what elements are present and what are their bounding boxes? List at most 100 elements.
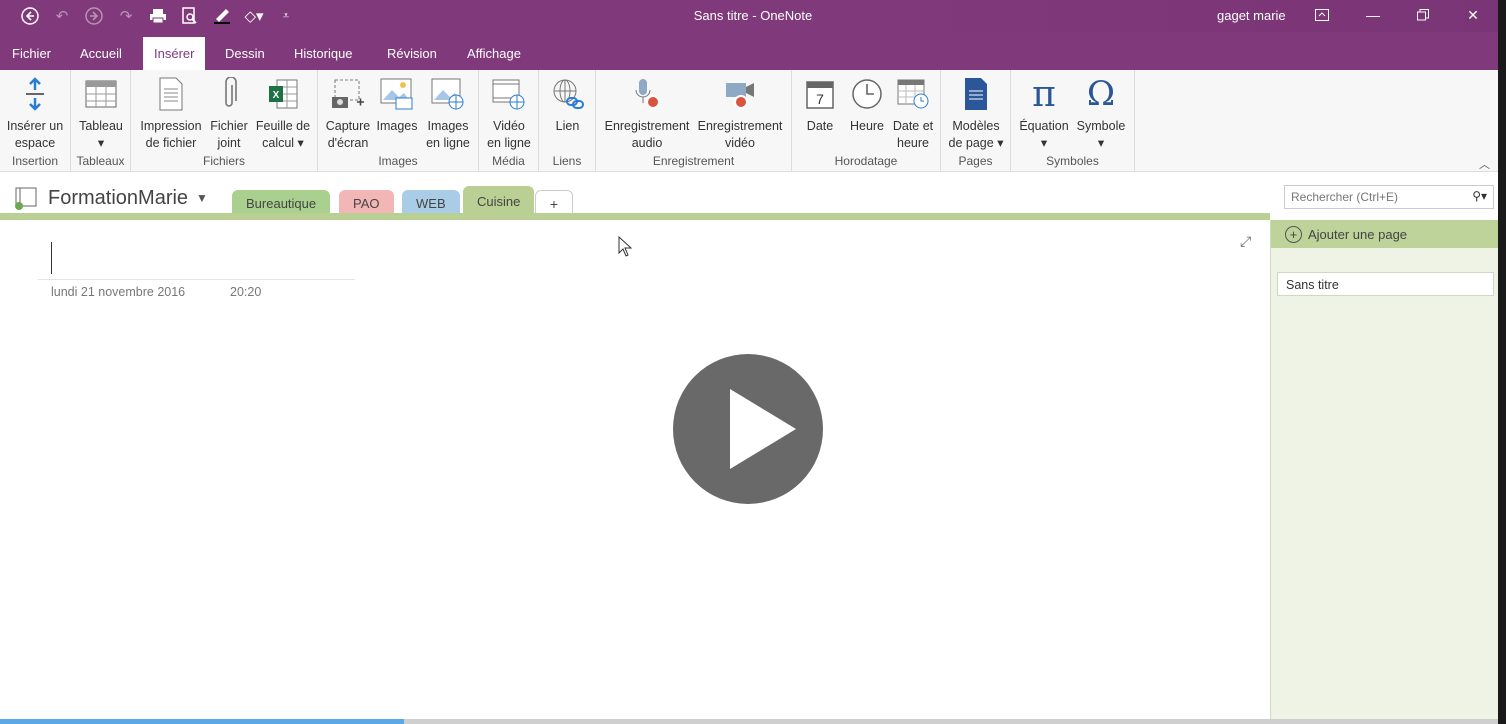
group-horodatage: 7 Date Heure Date et heure Horodatage	[792, 70, 941, 172]
group-liens: Lien Liens	[539, 70, 596, 172]
add-page-label: Ajouter une page	[1308, 226, 1408, 242]
tab-dessin[interactable]: Dessin	[214, 37, 276, 70]
insert-space-label: Insérer un espace	[6, 119, 64, 150]
minimize-icon[interactable]: —	[1353, 4, 1393, 26]
symbol-label: Symbole ▾	[1076, 119, 1126, 150]
tab-fichier[interactable]: Fichier	[1, 37, 62, 70]
calendar-icon: 7	[802, 74, 838, 114]
group-insertion: Insérer un espace Insertion	[0, 70, 71, 172]
attach-file-button[interactable]: Fichier joint	[207, 74, 251, 152]
play-button[interactable]	[673, 354, 823, 504]
group-fichiers: Impression de fichier Fichier joint X Fe…	[131, 70, 318, 172]
pi-icon: π	[1032, 73, 1056, 115]
record-video-button[interactable]: Enregistrement vidéo	[694, 74, 786, 152]
restore-icon[interactable]	[1403, 4, 1443, 26]
ribbon: Insérer un espace Insertion Tableau ▾ Ta…	[0, 70, 1506, 172]
svg-text:X: X	[273, 90, 280, 101]
expand-icon[interactable]: ⤢	[1240, 233, 1251, 250]
video-camera-icon	[722, 74, 758, 114]
video-progress-bar[interactable]	[0, 719, 1498, 724]
group-horodatage-label: Horodatage	[834, 154, 898, 168]
tab-revision[interactable]: Révision	[376, 37, 448, 70]
symbol-button[interactable]: Ω Symbole ▾	[1073, 74, 1129, 152]
time-label: Heure	[849, 119, 885, 133]
search-placeholder: Rechercher (Ctrl+E)	[1291, 190, 1399, 204]
spreadsheet-button[interactable]: X Feuille de calcul ▾	[252, 74, 314, 152]
file-printout-button[interactable]: Impression de fichier	[137, 74, 205, 152]
table-icon	[83, 74, 119, 114]
notebook-selector[interactable]: FormationMarie ▼	[12, 186, 208, 210]
page-list-item[interactable]: Sans titre	[1277, 272, 1494, 296]
group-pages: Modèles de page ▾ Pages	[941, 70, 1011, 172]
insert-space-icon	[17, 74, 53, 114]
page-date: lundi 21 novembre 2016	[51, 285, 186, 299]
record-audio-button[interactable]: Enregistrement audio	[601, 74, 693, 152]
attach-file-label: Fichier joint	[210, 119, 248, 150]
online-pictures-button[interactable]: Images en ligne	[421, 74, 475, 152]
page-canvas[interactable]	[0, 220, 1270, 720]
ribbon-tabs: Fichier Accueil Insérer Dessin Historiqu…	[0, 32, 1506, 70]
page-template-icon	[958, 74, 994, 114]
notebook-icon	[15, 187, 37, 210]
page-templates-button[interactable]: Modèles de page ▾	[946, 74, 1006, 152]
ribbon-display-icon[interactable]	[1302, 4, 1342, 26]
group-media-label: Média	[492, 154, 525, 168]
date-time-icon	[895, 74, 931, 114]
excel-icon: X	[265, 74, 301, 114]
group-fichiers-label: Fichiers	[202, 154, 245, 168]
group-enregistrement: Enregistrement audio Enregistrement vidé…	[596, 70, 792, 172]
page-title-field[interactable]	[38, 279, 355, 280]
time-button[interactable]: Heure	[846, 74, 888, 135]
tab-historique[interactable]: Historique	[283, 37, 364, 70]
notebook-name: FormationMarie	[48, 186, 189, 209]
collapse-ribbon-icon[interactable]: ︿	[1479, 156, 1490, 172]
search-icon[interactable]: ⚲▾	[1472, 189, 1487, 203]
add-page-button[interactable]: + Ajouter une page	[1271, 220, 1499, 248]
mouse-pointer-icon	[618, 235, 634, 263]
tab-accueil[interactable]: Accueil	[69, 37, 133, 70]
file-printout-label: Impression de fichier	[140, 119, 202, 150]
date-label: Date	[806, 119, 834, 133]
omega-icon: Ω	[1086, 74, 1116, 114]
tab-affichage[interactable]: Affichage	[456, 37, 532, 70]
paperclip-icon	[211, 74, 247, 114]
video-frame-edge	[1498, 0, 1506, 724]
online-video-label: Vidéo en ligne	[487, 119, 531, 150]
link-label: Lien	[555, 119, 580, 133]
chevron-down-icon: ▼	[196, 191, 208, 205]
group-symboles: π Équation ▾ Ω Symbole ▾ Symboles	[1011, 70, 1135, 172]
table-label: Tableau ▾	[79, 119, 123, 150]
svg-text:7: 7	[816, 91, 824, 107]
page-templates-label: Modèles de page ▾	[948, 119, 1004, 150]
close-icon[interactable]: ✕	[1453, 4, 1493, 26]
screen-capture-icon	[330, 74, 366, 114]
online-picture-icon	[430, 74, 466, 114]
date-button[interactable]: 7 Date	[800, 74, 840, 135]
title-bar: ↶ ↷ ◇▾ ⩡ Sans titre - OneNote gaget mari…	[0, 0, 1506, 32]
page-time: 20:20	[230, 285, 262, 299]
microphone-icon	[629, 74, 665, 114]
link-icon	[550, 74, 586, 114]
table-button[interactable]: Tableau ▾	[74, 74, 128, 152]
equation-button[interactable]: π Équation ▾	[1015, 74, 1073, 152]
insert-space-button[interactable]: Insérer un espace	[2, 74, 68, 152]
pictures-button[interactable]: Images	[374, 74, 420, 135]
record-audio-label: Enregistrement audio	[604, 119, 690, 150]
file-printout-icon	[153, 74, 189, 114]
tab-inserer[interactable]: Insérer	[143, 37, 206, 70]
screen-clipping-button[interactable]: Capture d'écran	[322, 74, 374, 152]
clock-icon	[849, 74, 885, 114]
search-input[interactable]: Rechercher (Ctrl+E) ⚲▾	[1284, 185, 1494, 209]
group-pages-label: Pages	[958, 154, 993, 168]
group-images-label: Images	[378, 154, 418, 168]
link-button[interactable]: Lien	[544, 74, 591, 135]
date-time-button[interactable]: Date et heure	[890, 74, 936, 152]
page-list-panel: + Ajouter une page Sans titre	[1270, 220, 1499, 724]
equation-label: Équation ▾	[1019, 119, 1069, 150]
user-name[interactable]: gaget marie	[1217, 8, 1286, 23]
section-tab-cuisine[interactable]: Cuisine	[463, 186, 535, 216]
online-video-button[interactable]: Vidéo en ligne	[482, 74, 536, 152]
picture-icon	[379, 74, 415, 114]
video-progress-fill	[0, 719, 405, 724]
section-color-line	[0, 213, 1270, 220]
